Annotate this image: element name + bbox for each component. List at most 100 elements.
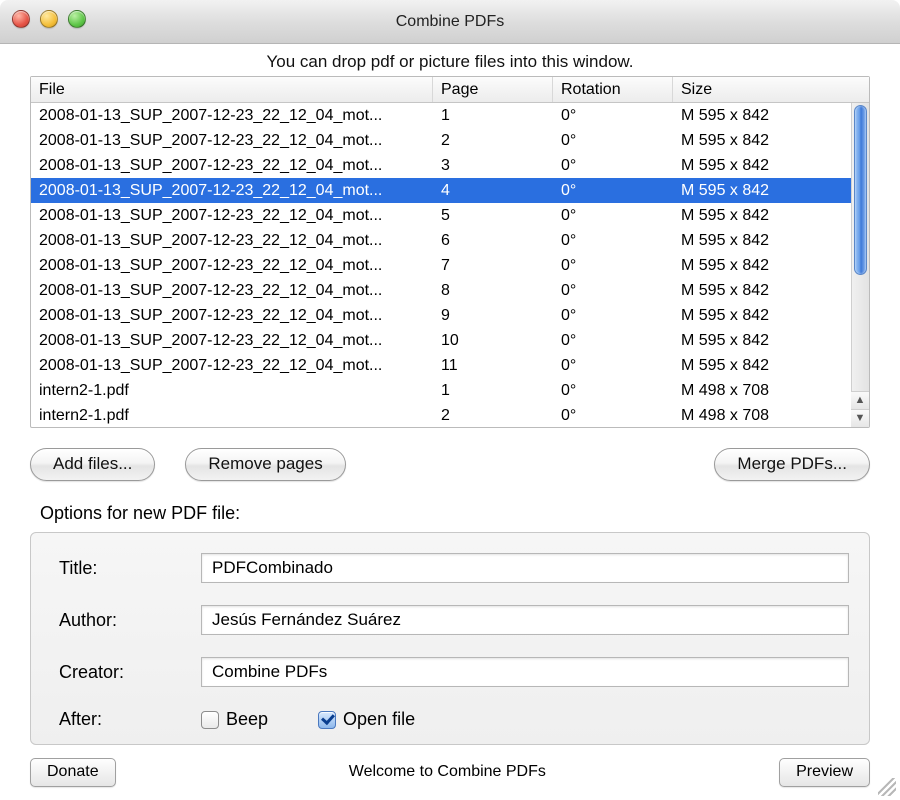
cell-page: 5 <box>433 203 553 228</box>
cell-page: 1 <box>433 378 553 403</box>
zoom-button[interactable] <box>68 10 86 28</box>
cell-file: intern2-1.pdf <box>31 378 433 403</box>
cell-file: 2008-01-13_SUP_2007-12-23_22_12_04_mot..… <box>31 103 433 128</box>
options-group: Title: Author: Creator: After: Beep Open… <box>30 532 870 745</box>
cell-size: M 595 x 842 <box>673 278 851 303</box>
table-header: File Page Rotation Size <box>31 77 869 103</box>
cell-size: M 595 x 842 <box>673 203 851 228</box>
resize-handle-icon[interactable] <box>878 778 896 796</box>
cell-size: M 595 x 842 <box>673 153 851 178</box>
cell-page: 8 <box>433 278 553 303</box>
cell-rotation: 0° <box>553 378 673 403</box>
table-body: 2008-01-13_SUP_2007-12-23_22_12_04_mot..… <box>31 103 869 427</box>
cell-page: 2 <box>433 128 553 153</box>
cell-rotation: 0° <box>553 353 673 378</box>
table-row[interactable]: 2008-01-13_SUP_2007-12-23_22_12_04_mot..… <box>31 278 851 303</box>
cell-rotation: 0° <box>553 228 673 253</box>
creator-label: Creator: <box>51 662 201 683</box>
table-row[interactable]: intern2-1.pdf10°M 498 x 708 <box>31 378 851 403</box>
cell-rotation: 0° <box>553 153 673 178</box>
cell-file: 2008-01-13_SUP_2007-12-23_22_12_04_mot..… <box>31 128 433 153</box>
status-bar: Donate Welcome to Combine PDFs Preview <box>0 744 900 800</box>
cell-rotation: 0° <box>553 303 673 328</box>
cell-page: 6 <box>433 228 553 253</box>
open-file-checkbox[interactable]: Open file <box>318 709 415 730</box>
cell-file: 2008-01-13_SUP_2007-12-23_22_12_04_mot..… <box>31 353 433 378</box>
cell-rotation: 0° <box>553 128 673 153</box>
header-file[interactable]: File <box>31 77 433 102</box>
drop-hint: You can drop pdf or picture files into t… <box>0 44 900 76</box>
cell-rotation: 0° <box>553 328 673 353</box>
scroll-up-icon[interactable]: ▲ <box>851 391 869 409</box>
table-row[interactable]: intern2-1.pdf20°M 498 x 708 <box>31 403 851 427</box>
creator-input[interactable] <box>201 657 849 687</box>
table-row[interactable]: 2008-01-13_SUP_2007-12-23_22_12_04_mot..… <box>31 153 851 178</box>
table-row[interactable]: 2008-01-13_SUP_2007-12-23_22_12_04_mot..… <box>31 103 851 128</box>
pages-table: File Page Rotation Size 2008-01-13_SUP_2… <box>30 76 870 428</box>
cell-size: M 498 x 708 <box>673 403 851 427</box>
after-label: After: <box>51 709 201 730</box>
welcome-text: Welcome to Combine PDFs <box>116 763 780 781</box>
cell-rotation: 0° <box>553 203 673 228</box>
cell-page: 7 <box>433 253 553 278</box>
cell-page: 4 <box>433 178 553 203</box>
action-row: Add files... Remove pages Merge PDFs... <box>0 428 900 489</box>
header-page[interactable]: Page <box>433 77 553 102</box>
cell-size: M 595 x 842 <box>673 303 851 328</box>
table-row[interactable]: 2008-01-13_SUP_2007-12-23_22_12_04_mot..… <box>31 253 851 278</box>
scroll-down-icon[interactable]: ▼ <box>851 409 869 427</box>
table-row[interactable]: 2008-01-13_SUP_2007-12-23_22_12_04_mot..… <box>31 203 851 228</box>
cell-file: 2008-01-13_SUP_2007-12-23_22_12_04_mot..… <box>31 203 433 228</box>
cell-rotation: 0° <box>553 253 673 278</box>
cell-rotation: 0° <box>553 178 673 203</box>
cell-size: M 595 x 842 <box>673 228 851 253</box>
close-button[interactable] <box>12 10 30 28</box>
cell-file: intern2-1.pdf <box>31 403 433 427</box>
cell-file: 2008-01-13_SUP_2007-12-23_22_12_04_mot..… <box>31 228 433 253</box>
table-row[interactable]: 2008-01-13_SUP_2007-12-23_22_12_04_mot..… <box>31 353 851 378</box>
table-row[interactable]: 2008-01-13_SUP_2007-12-23_22_12_04_mot..… <box>31 328 851 353</box>
cell-file: 2008-01-13_SUP_2007-12-23_22_12_04_mot..… <box>31 153 433 178</box>
window-controls <box>12 10 86 28</box>
options-label: Options for new PDF file: <box>0 489 900 532</box>
author-input[interactable] <box>201 605 849 635</box>
header-rotation[interactable]: Rotation <box>553 77 673 102</box>
title-label: Title: <box>51 558 201 579</box>
cell-file: 2008-01-13_SUP_2007-12-23_22_12_04_mot..… <box>31 278 433 303</box>
author-label: Author: <box>51 610 201 631</box>
preview-button[interactable]: Preview <box>779 758 870 787</box>
minimize-button[interactable] <box>40 10 58 28</box>
table-row[interactable]: 2008-01-13_SUP_2007-12-23_22_12_04_mot..… <box>31 178 851 203</box>
donate-button[interactable]: Donate <box>30 758 116 787</box>
cell-file: 2008-01-13_SUP_2007-12-23_22_12_04_mot..… <box>31 303 433 328</box>
header-size[interactable]: Size <box>673 77 869 102</box>
checkbox-icon <box>318 711 336 729</box>
cell-page: 10 <box>433 328 553 353</box>
cell-page: 2 <box>433 403 553 427</box>
checkbox-icon <box>201 711 219 729</box>
open-file-label: Open file <box>343 709 415 730</box>
beep-checkbox[interactable]: Beep <box>201 709 268 730</box>
table-row[interactable]: 2008-01-13_SUP_2007-12-23_22_12_04_mot..… <box>31 303 851 328</box>
add-files-button[interactable]: Add files... <box>30 448 155 481</box>
cell-file: 2008-01-13_SUP_2007-12-23_22_12_04_mot..… <box>31 178 433 203</box>
cell-size: M 595 x 842 <box>673 178 851 203</box>
cell-size: M 595 x 842 <box>673 128 851 153</box>
window-title: Combine PDFs <box>396 13 504 31</box>
table-row[interactable]: 2008-01-13_SUP_2007-12-23_22_12_04_mot..… <box>31 128 851 153</box>
title-input[interactable] <box>201 553 849 583</box>
merge-pdfs-button[interactable]: Merge PDFs... <box>714 448 870 481</box>
scrollbar-vertical[interactable]: ▲ ▼ <box>851 103 869 427</box>
cell-rotation: 0° <box>553 403 673 427</box>
cell-page: 3 <box>433 153 553 178</box>
titlebar: Combine PDFs <box>0 0 900 44</box>
cell-page: 9 <box>433 303 553 328</box>
cell-size: M 595 x 842 <box>673 328 851 353</box>
cell-size: M 595 x 842 <box>673 103 851 128</box>
cell-size: M 595 x 842 <box>673 253 851 278</box>
remove-pages-button[interactable]: Remove pages <box>185 448 345 481</box>
cell-size: M 595 x 842 <box>673 353 851 378</box>
cell-file: 2008-01-13_SUP_2007-12-23_22_12_04_mot..… <box>31 253 433 278</box>
table-row[interactable]: 2008-01-13_SUP_2007-12-23_22_12_04_mot..… <box>31 228 851 253</box>
scroll-thumb[interactable] <box>854 105 867 275</box>
